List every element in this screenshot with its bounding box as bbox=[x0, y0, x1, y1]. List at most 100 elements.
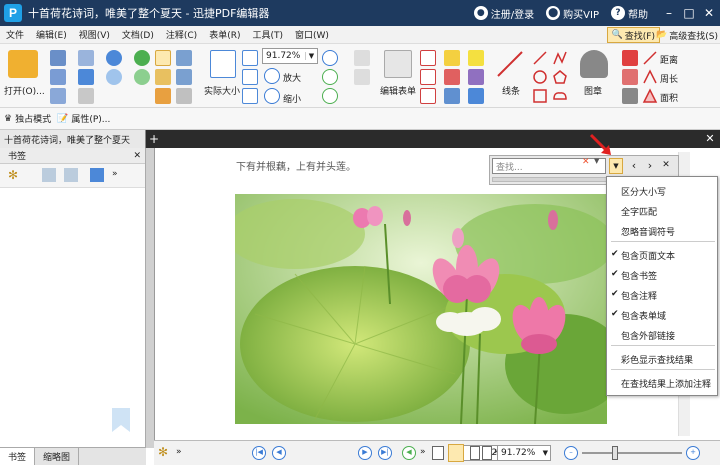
option-include-page-text[interactable]: ✔ 包含页面文本 bbox=[611, 249, 675, 262]
ellipse-icon[interactable] bbox=[532, 69, 548, 85]
sound-icon[interactable] bbox=[468, 88, 484, 104]
measure-icon[interactable] bbox=[622, 88, 638, 104]
minimize-icon[interactable]: – bbox=[660, 4, 678, 22]
strikeout-icon[interactable] bbox=[444, 69, 460, 85]
fit-page-icon[interactable] bbox=[242, 50, 258, 66]
zoom-in-icon[interactable] bbox=[264, 68, 280, 84]
option-include-external-links[interactable]: 包含外部链接 bbox=[621, 329, 675, 342]
highlight-text-icon[interactable] bbox=[444, 50, 460, 66]
open-folder-icon[interactable] bbox=[8, 50, 38, 78]
properties-button[interactable]: 📝 属性(P)... bbox=[57, 112, 110, 126]
gear-icon[interactable]: ✻ bbox=[8, 168, 18, 182]
chevron-down-icon[interactable]: ▼ bbox=[543, 446, 548, 460]
close-tab-icon[interactable]: ✕ bbox=[704, 132, 716, 146]
select-text-icon[interactable] bbox=[155, 69, 171, 85]
menu-document[interactable]: 文档(D) bbox=[122, 28, 154, 41]
close-icon[interactable]: ✕ bbox=[700, 4, 718, 22]
redo-icon[interactable] bbox=[106, 69, 122, 85]
line-icon[interactable] bbox=[496, 50, 524, 78]
perimeter-icon[interactable] bbox=[642, 69, 658, 85]
vip-button[interactable]: ⬤ 购买VIP bbox=[546, 6, 599, 21]
status-zoom-select[interactable]: 91.72% ▼ bbox=[497, 445, 551, 461]
email-icon[interactable] bbox=[78, 50, 94, 66]
zoom-slider-handle[interactable] bbox=[612, 446, 618, 460]
panel-close-icon[interactable]: ✕ bbox=[133, 151, 141, 161]
find-history-chevron-icon[interactable]: ▼ bbox=[594, 157, 599, 165]
find-options-icon[interactable]: ▼ bbox=[609, 158, 623, 174]
maximize-icon[interactable]: □ bbox=[680, 4, 698, 22]
image-icon[interactable] bbox=[176, 69, 192, 85]
find-close-icon[interactable]: ✕ bbox=[660, 158, 672, 174]
print-icon[interactable] bbox=[50, 69, 66, 85]
tab-thumbnails[interactable]: 缩略图 bbox=[35, 448, 80, 465]
continuous-page-icon[interactable] bbox=[448, 444, 464, 462]
previous-page-icon[interactable]: ◀ bbox=[272, 446, 286, 460]
scan-icon[interactable] bbox=[78, 69, 94, 85]
distance-icon[interactable] bbox=[642, 50, 658, 66]
new-doc-icon[interactable] bbox=[50, 88, 66, 104]
page-view-icon[interactable] bbox=[354, 50, 370, 66]
distance-label[interactable]: 距离 bbox=[660, 53, 678, 66]
save-icon[interactable] bbox=[50, 50, 66, 66]
arrow-icon[interactable] bbox=[532, 50, 548, 66]
open-label[interactable]: 打开(O)... bbox=[4, 84, 45, 97]
menu-window[interactable]: 窗口(W) bbox=[295, 28, 329, 41]
attachment-icon[interactable] bbox=[468, 69, 484, 85]
text-field-icon[interactable] bbox=[420, 50, 436, 66]
exclusive-mode-button[interactable]: ♛ 独占模式 bbox=[4, 112, 51, 126]
option-include-bookmarks[interactable]: ✔ 包含书签 bbox=[611, 269, 657, 282]
bookmark-expand-icon[interactable] bbox=[42, 168, 56, 182]
menu-comment[interactable]: 注释(C) bbox=[166, 28, 197, 41]
area-icon[interactable] bbox=[642, 88, 658, 104]
facing-page-icon[interactable] bbox=[470, 446, 480, 460]
menu-view[interactable]: 视图(V) bbox=[79, 28, 110, 41]
login-button[interactable]: ● 注册/登录 bbox=[473, 6, 534, 21]
bookmark-collapse-icon[interactable] bbox=[64, 168, 78, 182]
fit-width-icon[interactable] bbox=[242, 69, 258, 85]
menu-edit[interactable]: 编辑(E) bbox=[36, 28, 67, 41]
stamp-icon[interactable] bbox=[580, 50, 608, 78]
rectangle-icon[interactable] bbox=[532, 88, 548, 104]
tab-bookmarks[interactable]: 书签 bbox=[0, 448, 36, 465]
chevron-down-icon[interactable]: ▼ bbox=[305, 52, 317, 60]
rotate-right-icon[interactable] bbox=[322, 88, 338, 104]
edit-form-label[interactable]: 编辑表单 bbox=[380, 84, 416, 97]
zoom-in-label[interactable]: 放大 bbox=[283, 71, 301, 84]
next-page-icon[interactable]: ▶ bbox=[358, 446, 372, 460]
clear-search-icon[interactable]: ✕ bbox=[582, 157, 590, 167]
option-ignore-diacritics[interactable]: 忽略音调符号 bbox=[621, 225, 675, 238]
zoom-select[interactable]: 91.72% ▼ bbox=[262, 48, 318, 64]
panel-splitter[interactable] bbox=[146, 148, 154, 448]
more-icon[interactable]: » bbox=[112, 169, 118, 179]
page-icon[interactable] bbox=[78, 88, 94, 104]
zoom-out-icon[interactable] bbox=[264, 88, 280, 104]
link-icon[interactable] bbox=[176, 88, 192, 104]
menu-file[interactable]: 文件 bbox=[6, 28, 24, 41]
option-include-form-fields[interactable]: ✔ 包含表单域 bbox=[611, 309, 666, 322]
facing-continuous-icon[interactable] bbox=[482, 446, 492, 460]
first-page-icon[interactable]: |◀ bbox=[252, 446, 266, 460]
document-tab[interactable]: 十首荷花诗词，唯美了整个夏天 bbox=[0, 130, 146, 148]
option-annotate-results[interactable]: 在查找结果上添加注释 bbox=[621, 377, 711, 390]
advanced-search-button[interactable]: 📂 高级查找(S) bbox=[656, 27, 718, 43]
snapshot-icon[interactable] bbox=[176, 50, 192, 66]
back-view-icon[interactable]: ◀ bbox=[402, 446, 416, 460]
cloud-icon[interactable] bbox=[552, 88, 568, 104]
zoom-out-icon[interactable]: – bbox=[564, 446, 578, 460]
option-include-comments[interactable]: ✔ 包含注释 bbox=[611, 289, 657, 302]
radio-field-icon[interactable] bbox=[420, 88, 436, 104]
zoom-slider-track[interactable] bbox=[582, 452, 682, 454]
search-button[interactable]: 🔍 查找(F) bbox=[606, 27, 660, 43]
find-previous-icon[interactable]: ‹ bbox=[628, 158, 640, 174]
forward-icon[interactable] bbox=[134, 69, 150, 85]
actual-size-label[interactable]: 实际大小 bbox=[204, 84, 240, 97]
option-whole-word[interactable]: 全字匹配 bbox=[621, 205, 657, 218]
polyline-icon[interactable] bbox=[552, 50, 568, 66]
pencil-icon[interactable] bbox=[622, 50, 638, 66]
back-icon[interactable] bbox=[134, 50, 150, 66]
note-icon[interactable] bbox=[468, 50, 484, 66]
undo-icon[interactable] bbox=[106, 50, 122, 66]
area-label[interactable]: 面积 bbox=[660, 91, 678, 104]
underline-icon[interactable] bbox=[444, 88, 460, 104]
edit-form-icon[interactable] bbox=[384, 50, 412, 78]
